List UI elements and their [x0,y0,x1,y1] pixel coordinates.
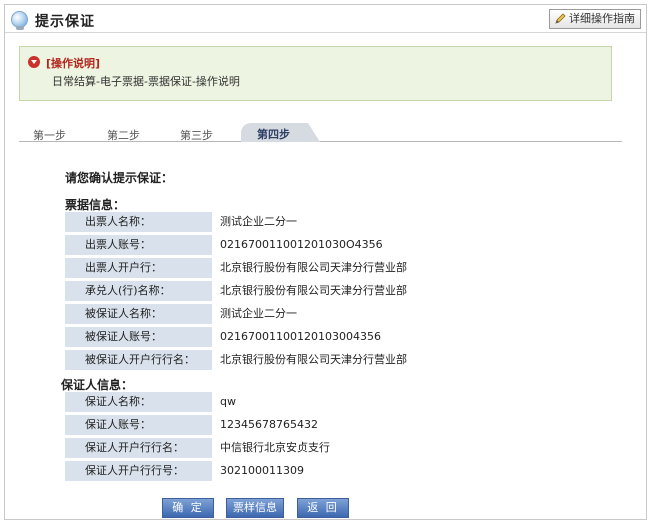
row-value: 北京银行股份有限公司天津分行营业部 [220,261,407,274]
row-label: 保证人账号： [65,415,212,435]
row-label: 承兑人(行)名称： [65,281,212,301]
row-value: qw [220,395,236,408]
tab-step-2[interactable]: 第二步 [107,127,140,143]
title-bar: 提示保证 详细操作指南 [5,5,646,33]
collapse-icon[interactable] [28,56,40,68]
bill-info-button[interactable]: 票样信息 [226,498,284,518]
confirm-prompt: 请您确认提示保证： [65,171,174,185]
tab-step-3[interactable]: 第三步 [180,127,213,143]
step-tabs: 第一步 第二步 第三步 第四步 [19,123,622,142]
row-value: 12345678765432 [220,418,318,431]
page-frame: 提示保证 详细操作指南 [操作说明] 日常结算-电子票据-票据保证-操作说明 第… [4,4,647,520]
bill-info-title: 票据信息： [65,198,126,212]
row-label: 保证人开户行行名： [65,438,212,458]
pencil-icon [555,13,566,24]
row-label: 被保证人账号： [65,327,212,347]
row-label: 保证人开户行行号： [65,461,212,481]
back-button[interactable]: 返 回 [297,498,349,518]
row-label: 被保证人名称： [65,304,212,324]
row-value: 测试企业二分一 [220,215,297,228]
globe-icon [11,11,28,30]
tab-step-1[interactable]: 第一步 [33,127,66,143]
row-value: 测试企业二分一 [220,307,297,320]
notice-text: 日常结算-电子票据-票据保证-操作说明 [52,75,240,88]
operation-guide-button[interactable]: 详细操作指南 [549,9,641,29]
row-value: 021670011001201030O4356 [220,238,383,251]
confirm-button[interactable]: 确 定 [162,498,214,518]
row-value: 中信银行北京安贞支行 [220,441,330,454]
notice-title: [操作说明] [46,57,101,70]
operation-guide-label: 详细操作指南 [569,12,635,25]
operation-notice: [操作说明] 日常结算-电子票据-票据保证-操作说明 [19,46,612,101]
guarantor-info-title: 保证人信息： [61,378,134,392]
row-value: 北京银行股份有限公司天津分行营业部 [220,284,407,297]
row-value: 302100011309 [220,464,304,477]
row-value: 02167001100120103004356 [220,330,381,343]
row-label: 被保证人开户行行名： [65,350,212,370]
row-value: 北京银行股份有限公司天津分行营业部 [220,353,407,366]
row-label: 出票人账号： [65,235,212,255]
row-label: 保证人名称： [65,392,212,412]
row-label: 出票人名称： [65,212,212,232]
page-title: 提示保证 [35,14,95,30]
row-label: 出票人开户行： [65,258,212,278]
tab-step-4[interactable]: 第四步 [241,123,320,142]
